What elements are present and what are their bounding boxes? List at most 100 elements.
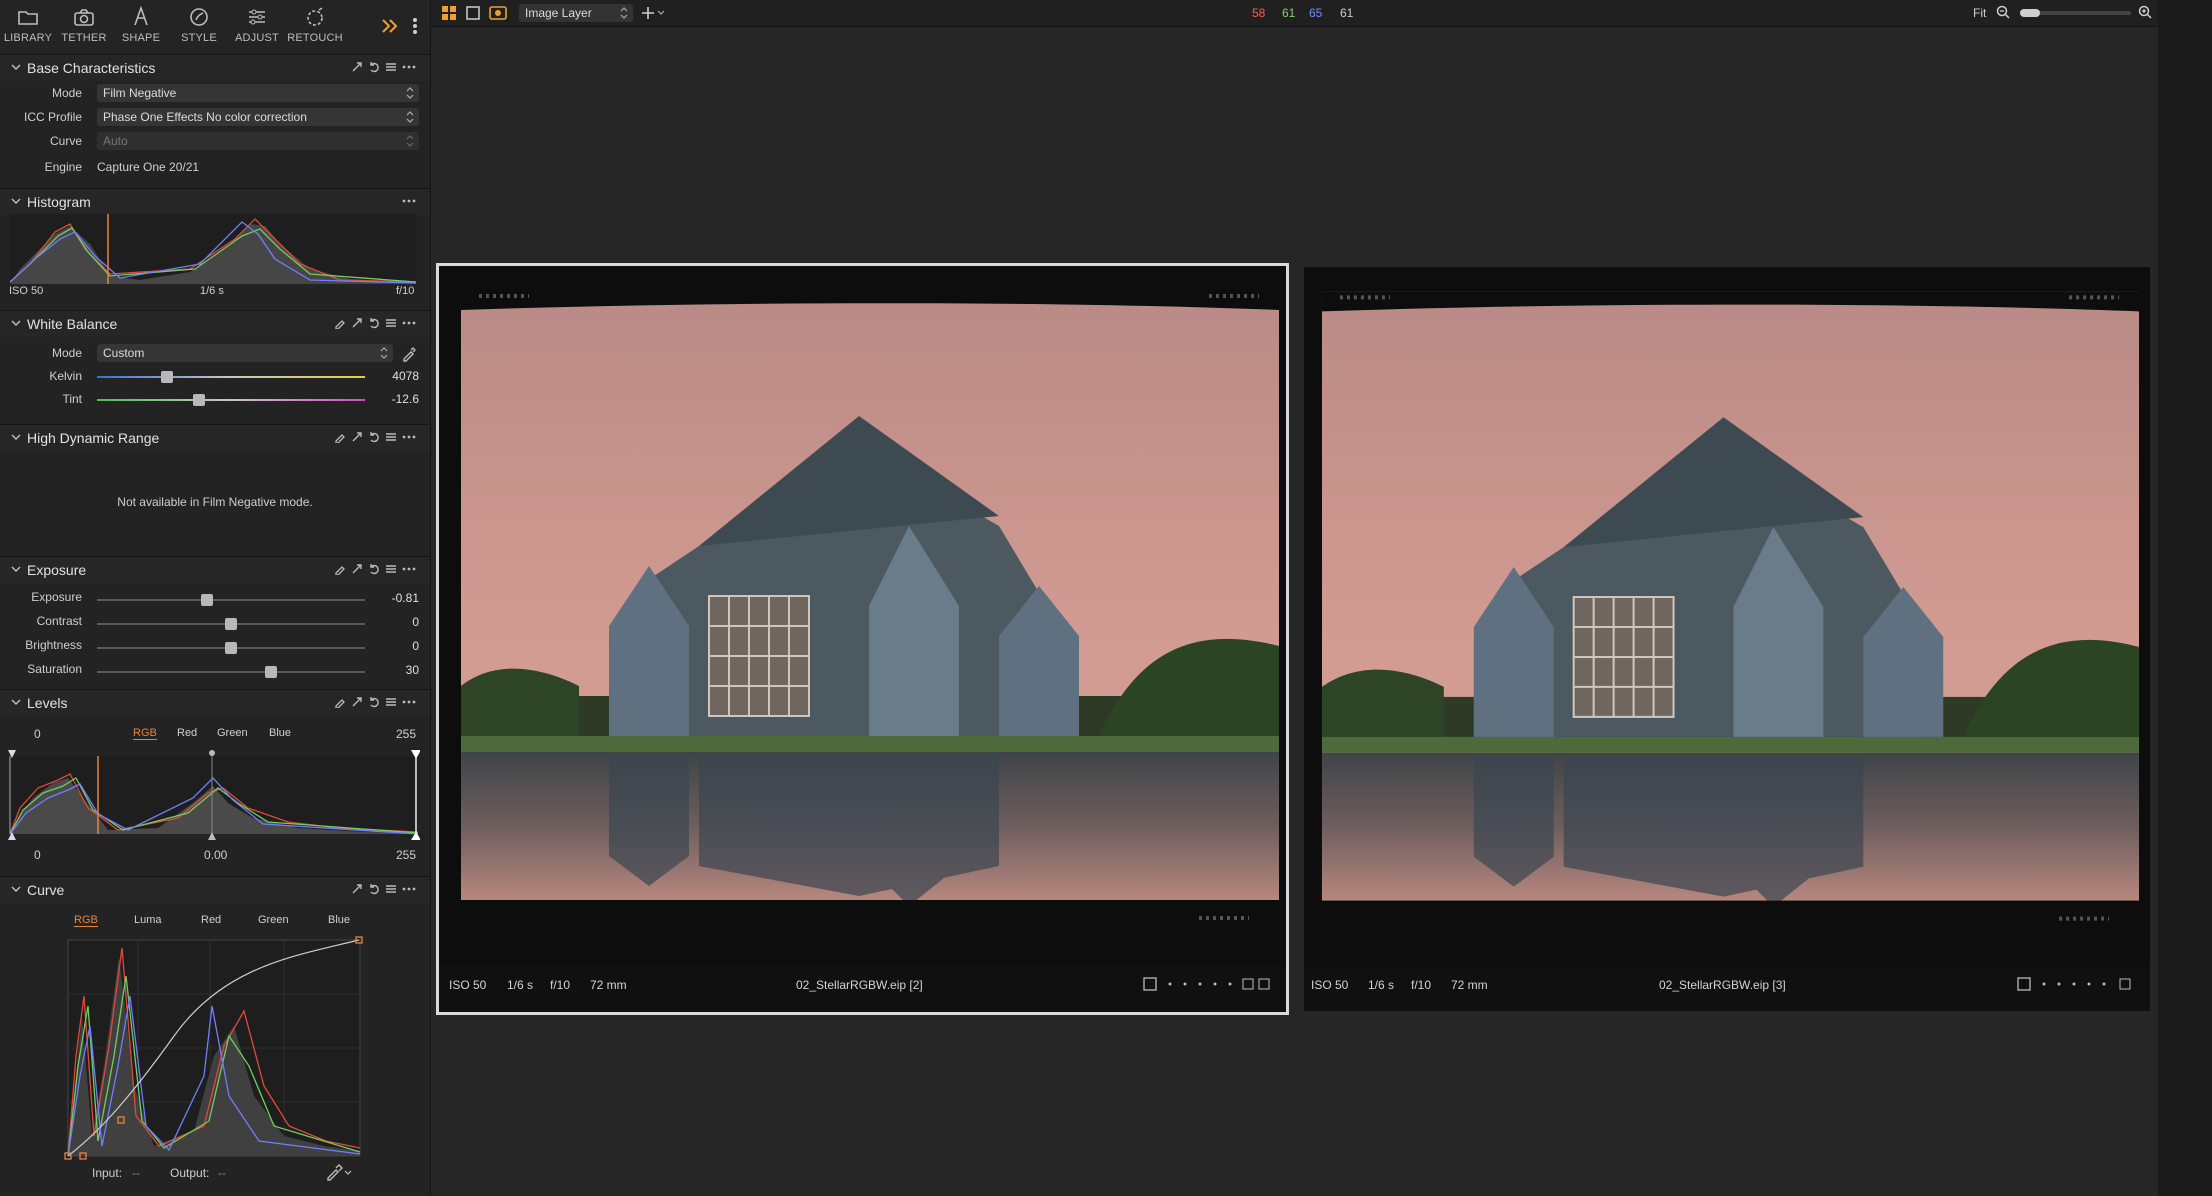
zoom-in-icon[interactable]: [2138, 5, 2152, 19]
expand-icon[interactable]: [351, 563, 363, 575]
presets-icon[interactable]: [385, 61, 397, 73]
curve-graph[interactable]: [64, 936, 364, 1160]
curve-tab-green[interactable]: Green: [258, 914, 289, 926]
add-layer-icon[interactable]: [641, 5, 667, 21]
tab-style[interactable]: STYLE: [171, 4, 227, 44]
wb-mode-select[interactable]: Custom: [97, 344, 393, 362]
exposure-value[interactable]: -0.81: [373, 589, 419, 607]
picker-icon[interactable]: [334, 317, 346, 330]
tab-retouch[interactable]: RETOUCH: [287, 4, 343, 44]
right-rating-controls[interactable]: [2017, 976, 2137, 992]
levels-tab-red[interactable]: Red: [177, 727, 197, 739]
reset-icon[interactable]: [368, 696, 380, 708]
more-icon[interactable]: [402, 696, 416, 708]
presets-icon[interactable]: [385, 696, 397, 708]
kelvin-slider-handle[interactable]: [160, 371, 173, 383]
mode-label: Mode: [51, 86, 82, 100]
presets-icon[interactable]: [385, 563, 397, 575]
more-icon[interactable]: [402, 195, 416, 207]
levels-input-high[interactable]: 255: [396, 727, 416, 741]
presets-icon[interactable]: [385, 883, 397, 895]
presets-icon[interactable]: [385, 431, 397, 443]
brightness-slider-handle[interactable]: [225, 642, 237, 654]
zoom-slider-handle[interactable]: [2020, 9, 2040, 17]
tab-library[interactable]: LIBRARY: [0, 4, 56, 44]
tint-slider-handle[interactable]: [192, 394, 205, 406]
curve-tab-rgb[interactable]: RGB: [74, 914, 98, 927]
presets-icon[interactable]: [385, 317, 397, 329]
more-icon[interactable]: [402, 563, 416, 575]
layer-select[interactable]: Image Layer: [519, 4, 633, 22]
expand-icon[interactable]: [351, 696, 363, 708]
levels-output-high[interactable]: 255: [396, 848, 416, 862]
zoom-out-icon[interactable]: [1996, 5, 2010, 19]
saturation-label: Saturation: [27, 662, 82, 676]
saturation-value[interactable]: 30: [373, 661, 419, 679]
contrast-value[interactable]: 0: [373, 613, 419, 631]
more-icon[interactable]: [402, 431, 416, 443]
curve-tab-blue[interactable]: Blue: [328, 914, 350, 926]
more-icon[interactable]: [402, 61, 416, 73]
levels-output-mid[interactable]: 0.00: [204, 848, 227, 862]
expand-icon[interactable]: [351, 61, 363, 73]
curve-tab-luma[interactable]: Luma: [134, 914, 162, 926]
kelvin-track[interactable]: [97, 376, 365, 378]
exposure-slider-handle[interactable]: [200, 594, 213, 606]
mode-select[interactable]: Film Negative: [97, 84, 419, 102]
picker-icon[interactable]: [334, 431, 346, 444]
levels-histogram[interactable]: [8, 748, 420, 840]
white-balance-header[interactable]: White Balance: [0, 310, 430, 337]
brightness-value[interactable]: 0: [373, 637, 419, 655]
tint-track[interactable]: [97, 399, 365, 401]
base-characteristics-header[interactable]: Base Characteristics: [0, 54, 430, 81]
reset-icon[interactable]: [368, 563, 380, 575]
levels-input-low[interactable]: 0: [34, 727, 41, 741]
exposure-track[interactable]: [97, 599, 365, 601]
levels-header[interactable]: Levels: [0, 689, 430, 716]
levels-tab-blue[interactable]: Blue: [269, 727, 291, 739]
more-icon[interactable]: [402, 317, 416, 329]
tint-value[interactable]: -12.6: [373, 390, 419, 408]
expand-icon[interactable]: [351, 317, 363, 329]
zoom-fit-label[interactable]: Fit: [1973, 6, 1986, 20]
tab-adjust[interactable]: ADJUST: [229, 4, 285, 44]
reset-icon[interactable]: [368, 317, 380, 329]
readout-green: 61: [1282, 6, 1296, 20]
levels-tab-rgb[interactable]: RGB: [133, 727, 157, 740]
histogram-shutter: 1/6 s: [200, 285, 224, 297]
picker-icon[interactable]: [334, 696, 346, 709]
picker-icon[interactable]: [334, 563, 346, 576]
tab-label: SHAPE: [121, 32, 161, 44]
left-rating-controls[interactable]: [1143, 976, 1273, 992]
expand-icon[interactable]: [351, 883, 363, 895]
icc-profile-select[interactable]: Phase One Effects No color correction: [97, 108, 419, 126]
grid-view-icon[interactable]: [441, 5, 457, 21]
single-view-icon[interactable]: [465, 5, 481, 21]
proof-view-icon[interactable]: [489, 5, 507, 21]
levels-output-low[interactable]: 0: [34, 848, 41, 862]
curve-picker-icon[interactable]: [326, 1163, 352, 1181]
more-icon[interactable]: [402, 883, 416, 895]
eyedropper-icon[interactable]: [401, 346, 417, 362]
reset-icon[interactable]: [368, 431, 380, 443]
expand-icon[interactable]: [351, 431, 363, 443]
saturation-track[interactable]: [97, 671, 365, 673]
expand-tools-icon[interactable]: [380, 16, 400, 36]
viewer-image-left[interactable]: ISO 50 1/6 s f/10 72 mm 02_StellarRGBW.e…: [436, 263, 1289, 1015]
curve-header[interactable]: Curve: [0, 876, 430, 903]
more-icon[interactable]: [412, 16, 418, 36]
reset-icon[interactable]: [368, 61, 380, 73]
exposure-header[interactable]: Exposure: [0, 556, 430, 583]
reset-icon[interactable]: [368, 883, 380, 895]
kelvin-value[interactable]: 4078: [373, 367, 419, 385]
tab-shape[interactable]: SHAPE: [113, 4, 169, 44]
viewer-image-right[interactable]: ISO 50 1/6 s f/10 72 mm 02_StellarRGBW.e…: [1304, 267, 2150, 1011]
levels-tab-green[interactable]: Green: [217, 727, 248, 739]
curve-tab-red[interactable]: Red: [201, 914, 221, 926]
histogram-header[interactable]: Histogram: [0, 188, 430, 215]
tab-tether[interactable]: TETHER: [56, 4, 112, 44]
saturation-slider-handle[interactable]: [265, 666, 278, 678]
hdr-header[interactable]: High Dynamic Range: [0, 424, 430, 451]
contrast-slider-handle[interactable]: [225, 618, 237, 630]
engine-value: Capture One 20/21: [97, 160, 200, 174]
